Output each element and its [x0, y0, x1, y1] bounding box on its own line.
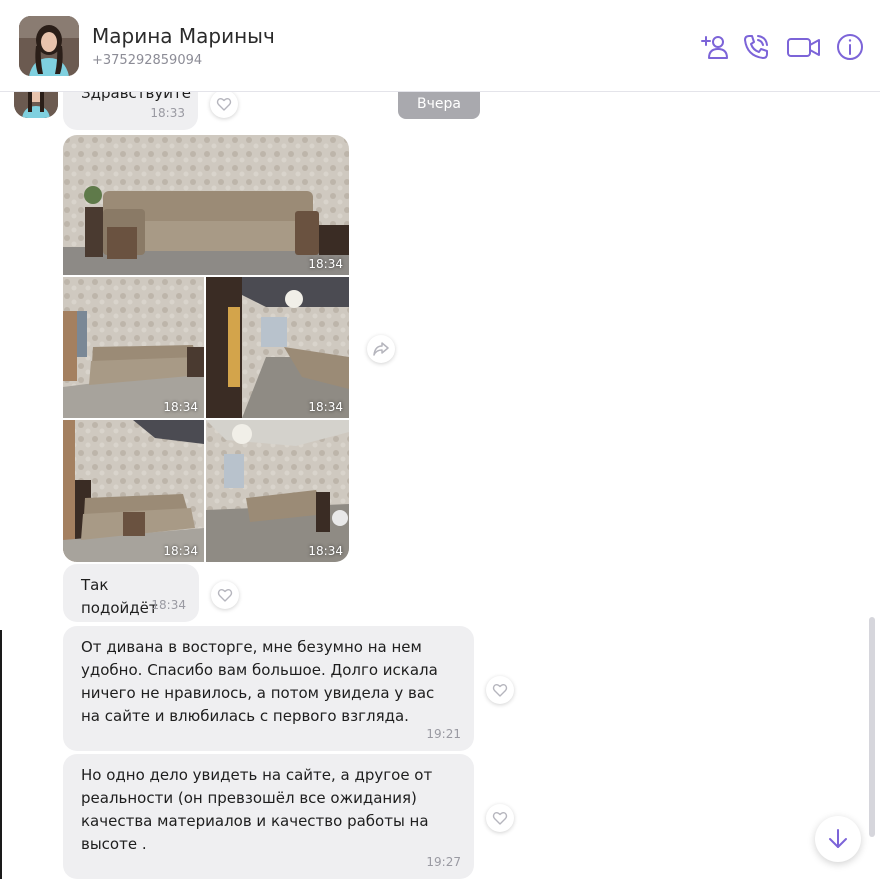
heart-icon	[492, 684, 508, 697]
like-button[interactable]	[211, 581, 239, 609]
like-button[interactable]	[210, 92, 238, 118]
window-edge	[0, 630, 2, 879]
message-bubble[interactable]: Так подойдёт 18:34	[63, 564, 199, 622]
info-icon[interactable]	[835, 32, 865, 62]
photo-time: 18:34	[163, 544, 198, 558]
message-bubble[interactable]: Здравствуйте 18:33	[63, 92, 198, 130]
contact-name[interactable]: Марина Мариныч	[92, 24, 275, 48]
forward-icon	[373, 342, 389, 356]
photo-gallery: 18:34 18:34 18:34 18:34 18:34	[63, 135, 349, 562]
message-time: 18:34	[151, 598, 186, 612]
contact-avatar[interactable]	[19, 16, 79, 76]
message-bubble[interactable]: Но одно дело увидеть на сайте, а другое …	[63, 754, 474, 879]
photo-time: 18:34	[308, 257, 343, 271]
message-time: 19:27	[426, 855, 461, 869]
photo-time: 18:34	[163, 400, 198, 414]
gallery-photo[interactable]: 18:34	[63, 420, 204, 562]
sender-avatar[interactable]	[14, 92, 58, 118]
video-call-icon[interactable]	[786, 32, 822, 62]
message-time: 19:21	[426, 727, 461, 741]
like-button[interactable]	[486, 676, 514, 704]
like-button[interactable]	[486, 804, 514, 832]
heart-icon	[216, 98, 232, 111]
heart-icon	[217, 589, 233, 602]
message-text: От дивана в восторге, мне безумно на нем…	[81, 638, 438, 725]
date-separator: Вчера	[398, 92, 480, 119]
gallery-photo[interactable]: 18:34	[63, 135, 349, 275]
message-text: Но одно дело увидеть на сайте, а другое …	[81, 766, 433, 853]
photo-time: 18:34	[308, 400, 343, 414]
message-time: 18:33	[150, 106, 185, 120]
add-contact-icon[interactable]	[700, 32, 730, 62]
message-bubble[interactable]: От дивана в восторге, мне безумно на нем…	[63, 626, 474, 751]
photo-time: 18:34	[308, 544, 343, 558]
gallery-photo[interactable]: 18:34	[206, 277, 349, 418]
arrow-down-icon	[829, 829, 847, 848]
scrollbar[interactable]	[869, 617, 875, 837]
chat-header: Марина Мариныч +375292859094	[0, 0, 880, 92]
gallery-photo[interactable]: 18:34	[63, 277, 204, 418]
phone-call-icon[interactable]	[741, 32, 771, 62]
share-button[interactable]	[367, 335, 395, 363]
contact-phone: +375292859094	[92, 53, 203, 68]
chat-area[interactable]: Здравствуйте 18:33 Вчера 18:34 18:34 18:…	[0, 92, 880, 879]
gallery-photo[interactable]: 18:34	[206, 420, 349, 562]
heart-icon	[492, 812, 508, 825]
scroll-to-bottom-button[interactable]	[815, 816, 861, 862]
